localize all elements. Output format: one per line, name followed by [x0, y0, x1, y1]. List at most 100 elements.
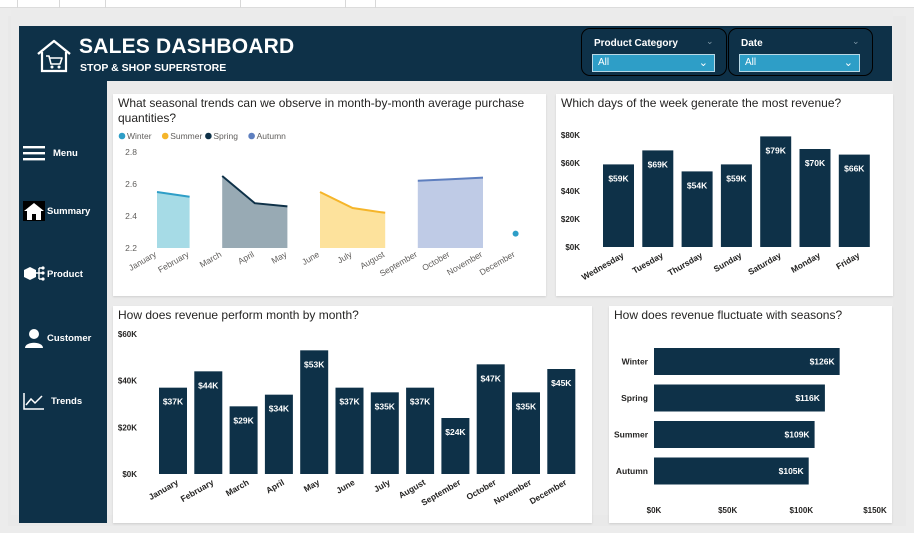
legend-marker: [205, 132, 212, 140]
x-tick-label: April: [264, 477, 286, 495]
product-category-slicer[interactable]: Product Category ⌄ All ⌄: [581, 28, 727, 76]
x-tick-label: Sunday: [712, 250, 744, 274]
sidebar: Menu Summary Product Customer Trends: [19, 81, 107, 523]
y-tick-label: 2.8: [125, 147, 137, 157]
x-tick-label: Monday: [789, 250, 822, 275]
x-tick-label: Friday: [834, 250, 861, 272]
data-label: $34K: [269, 404, 290, 414]
dashboard-header: SALES DASHBOARD STOP & SHOP SUPERSTORE P…: [19, 26, 892, 81]
series-area: [320, 192, 386, 248]
x-tick-label: March: [198, 249, 224, 270]
data-label: $37K: [410, 397, 431, 407]
data-label: $44K: [198, 380, 219, 390]
data-label: $45K: [551, 378, 572, 388]
x-tick-label: February: [179, 477, 216, 504]
nav-item-trends[interactable]: Trends: [23, 388, 107, 414]
y-tick-label: 2.2: [125, 243, 137, 253]
data-label: $24K: [445, 427, 466, 437]
weekday-bar-chart: $80K $60K $40K $20K $0K $59K Wednesday $69K Tues…: [561, 131, 870, 282]
nav-label: Product: [47, 268, 83, 280]
nav-item-product[interactable]: Product: [23, 261, 107, 287]
product-category-value: All: [598, 57, 610, 68]
x-tick-label: Wednesday: [580, 250, 626, 282]
seasonal-trend-card: What seasonal trends can we observe in m…: [113, 94, 546, 296]
data-label: $29K: [233, 415, 254, 425]
x-tick-label: July: [336, 249, 355, 266]
x-tick-label: January: [147, 477, 180, 502]
y-tick-label: $40K: [561, 187, 580, 196]
nav-label: Trends: [51, 395, 83, 407]
data-label: $59K: [608, 173, 629, 183]
data-label: $59K: [726, 173, 747, 183]
series-area: [157, 192, 190, 248]
y-tick-label: $20K: [118, 423, 137, 432]
nav-label: Summary: [47, 205, 91, 217]
x-tick-label: June: [334, 477, 356, 496]
season-revenue-card: How does revenue fluctuate with seasons?…: [609, 306, 892, 523]
x-tick-label: June: [300, 249, 321, 267]
x-tick-label: May: [302, 477, 322, 494]
product-category-dropdown[interactable]: All ⌄: [592, 54, 715, 72]
x-tick-label: May: [269, 249, 289, 266]
dashboard-subtitle: STOP & SHOP SUPERSTORE: [80, 62, 227, 74]
x-tick-label: Saturday: [746, 250, 783, 277]
x-tick-label: April: [236, 249, 256, 266]
y-tick-label: Winter: [622, 357, 649, 367]
legend-label: Winter: [127, 131, 152, 141]
date-dropdown[interactable]: All ⌄: [739, 54, 860, 72]
x-tick-label: December: [478, 249, 517, 277]
nav-item-customer[interactable]: Customer: [23, 325, 107, 351]
data-label: $37K: [339, 397, 360, 407]
x-tick-label: September: [378, 249, 419, 279]
y-tick-label: $0K: [122, 470, 137, 479]
seasonal-area-chart: Winter Summer Spring Autumn2.82.62.42.2Janu…: [118, 131, 519, 279]
legend-marker: [161, 132, 169, 140]
browser-top-strip: [0, 0, 914, 8]
data-label: $53K: [304, 359, 325, 369]
nav-item-summary[interactable]: Summary: [23, 198, 107, 224]
data-label: $70K: [805, 158, 826, 168]
x-tick-label: $50K: [718, 506, 737, 515]
data-label: $109K: [785, 430, 811, 440]
data-label: $79K: [766, 145, 787, 155]
hamburger-icon: [23, 142, 45, 164]
data-label: $35K: [375, 401, 396, 411]
x-tick-label: December: [528, 477, 569, 507]
legend-label: Summer: [170, 131, 202, 141]
store-cart-icon: [37, 39, 71, 73]
y-tick-label: 2.4: [125, 211, 137, 221]
trend-icon: [23, 390, 45, 412]
legend-label: Spring: [213, 131, 238, 141]
x-tick-label: November: [445, 249, 484, 277]
y-tick-label: $0K: [565, 243, 580, 252]
weekday-revenue-card: Which days of the week generate the most…: [556, 94, 893, 296]
chevron-down-icon[interactable]: ⌄: [706, 36, 714, 46]
nav-label: Customer: [47, 332, 92, 344]
date-value: All: [745, 57, 757, 68]
y-tick-label: $40K: [118, 377, 137, 386]
data-label: $35K: [516, 401, 537, 411]
x-tick-label: February: [156, 249, 191, 275]
dropdown-arrow-icon: ⌄: [698, 57, 708, 69]
y-tick-label: $60K: [118, 330, 137, 339]
y-tick-label: Spring: [621, 393, 648, 403]
y-tick-label: $80K: [561, 131, 580, 140]
chevron-down-icon[interactable]: ⌄: [852, 36, 860, 46]
product-icon: [23, 263, 45, 285]
nav-item-menu[interactable]: Menu: [23, 140, 107, 166]
y-tick-label: Autumn: [616, 466, 648, 476]
y-tick-label: $60K: [561, 159, 580, 168]
legend-label: Autumn: [257, 131, 287, 141]
series-area: [222, 176, 288, 248]
home-icon: [23, 200, 45, 222]
date-slicer[interactable]: Date ⌄ All ⌄: [728, 28, 873, 76]
data-label: $54K: [687, 180, 708, 190]
nav-label: Menu: [53, 147, 78, 159]
season-bar-chart: $126K Winter $116K Spring $109K Summer $105K Au…: [614, 348, 887, 515]
dropdown-arrow-icon: ⌄: [843, 57, 853, 69]
x-tick-label: Tuesday: [630, 250, 665, 276]
monthly-revenue-card: How does revenue perform month by month?…: [113, 306, 592, 523]
legend-marker: [248, 132, 255, 140]
data-label: $47K: [481, 373, 502, 383]
product-category-label: Product Category: [594, 38, 678, 49]
